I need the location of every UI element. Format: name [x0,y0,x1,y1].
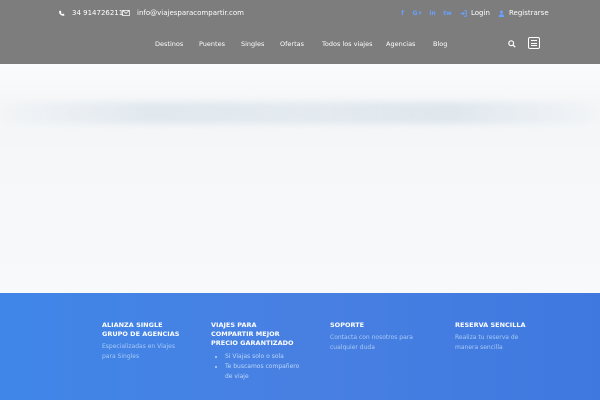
phone-icon [59,10,65,16]
search-button[interactable] [508,40,518,50]
social-links: f G+ in tw [398,9,452,18]
footer-column-title: RESERVA SENCILLA [455,321,526,329]
footer-column-reserva: RESERVA SENCILLA Realiza tu reserva de m… [455,321,535,353]
site-header: 34 914726211 info@viajesparacompartir.co… [0,0,600,64]
top-bar: 34 914726211 info@viajesparacompartir.co… [0,0,600,28]
footer-column-text: Especializadas en Viajes para Singles [102,343,175,360]
site-footer: ALIANZA SINGLE GRUPO DE AGENCIAS Especia… [0,293,600,400]
main-nav: Destinos Puentes Singles Ofertas Todos l… [0,37,600,53]
email-address: info@viajesparacompartir.com [137,9,244,17]
nav-item-todos-los-viajes[interactable]: Todos los viajes [322,40,372,48]
search-icon [508,40,516,48]
phone-number: 34 914726211 [72,9,124,17]
hero-banner [0,64,600,293]
hero-image-haze [0,102,600,124]
nav-item-agencias[interactable]: Agencias [386,40,415,48]
login-link[interactable]: Login [460,9,490,17]
footer-column-soporte: SOPORTE Contacta con nosotros para cualq… [330,321,430,353]
list-item: Si Viajas solo o sola [225,352,301,362]
email-contact[interactable]: info@viajesparacompartir.com [122,9,244,17]
menu-icon [531,40,537,41]
nav-item-destinos[interactable]: Destinos [155,40,183,48]
footer-column-list: Si Viajas solo o sola Te buscamos compañ… [211,352,301,382]
nav-item-puentes[interactable]: Puentes [199,40,225,48]
register-label: Registrarse [509,9,549,17]
login-icon [460,9,467,17]
google-plus-icon[interactable]: G+ [413,9,423,18]
register-link[interactable]: Registrarse [498,9,549,17]
footer-column-alianza: ALIANZA SINGLE GRUPO DE AGENCIAS Especia… [102,321,182,362]
twitter-icon[interactable]: tw [443,9,452,18]
footer-column-title: ALIANZA SINGLE GRUPO DE AGENCIAS [102,321,180,338]
linkedin-icon[interactable]: in [428,9,437,18]
menu-toggle-button[interactable] [528,37,540,49]
nav-item-ofertas[interactable]: Ofertas [280,40,304,48]
nav-item-blog[interactable]: Blog [433,40,447,48]
nav-item-singles[interactable]: Singles [241,40,264,48]
phone-contact[interactable]: 34 914726211 [58,9,123,17]
footer-column-title: SOPORTE [330,321,365,329]
facebook-icon[interactable]: f [398,9,407,18]
footer-column-text: Contacta con nosotros para cualquier dud… [330,334,413,351]
login-label: Login [471,9,490,17]
envelope-icon [122,10,130,16]
user-icon [498,10,505,17]
footer-column-title: VIAJES PARA COMPARTIR MEJOR PRECIO GARAN… [211,321,294,347]
list-item: Te buscamos compañero de viaje [225,362,301,382]
footer-column-viajes: VIAJES PARA COMPARTIR MEJOR PRECIO GARAN… [211,321,301,382]
footer-column-text: Realiza tu reserva de manera sencilla [455,334,519,351]
